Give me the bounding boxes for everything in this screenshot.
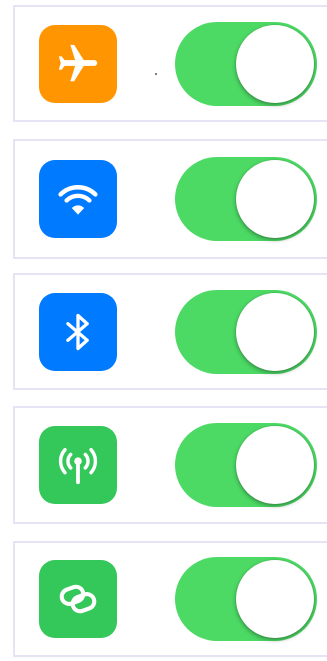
personal-hotspot-toggle[interactable] [175,557,317,641]
link-icon [39,560,117,638]
wifi-icon [39,160,117,238]
settings-row-bluetooth [13,273,327,390]
toggle-knob[interactable] [236,292,314,371]
settings-row-cellular [13,406,327,524]
settings-row-airplane-mode [13,5,327,122]
wifi-toggle[interactable] [175,157,317,241]
bluetooth-icon [39,292,117,371]
toggle-knob[interactable] [236,24,314,103]
toggle-knob[interactable] [236,560,314,638]
toggle-knob[interactable] [236,160,314,238]
settings-row-personal-hotspot [13,541,327,657]
bluetooth-toggle[interactable] [175,289,317,374]
settings-row-wifi [13,139,327,259]
antenna-icon [39,426,117,504]
cellular-toggle[interactable] [175,423,317,507]
airplane-icon [39,24,117,103]
toggle-knob[interactable] [236,426,314,504]
airplane-mode-toggle[interactable] [175,21,317,106]
artifact-dot [155,73,157,75]
